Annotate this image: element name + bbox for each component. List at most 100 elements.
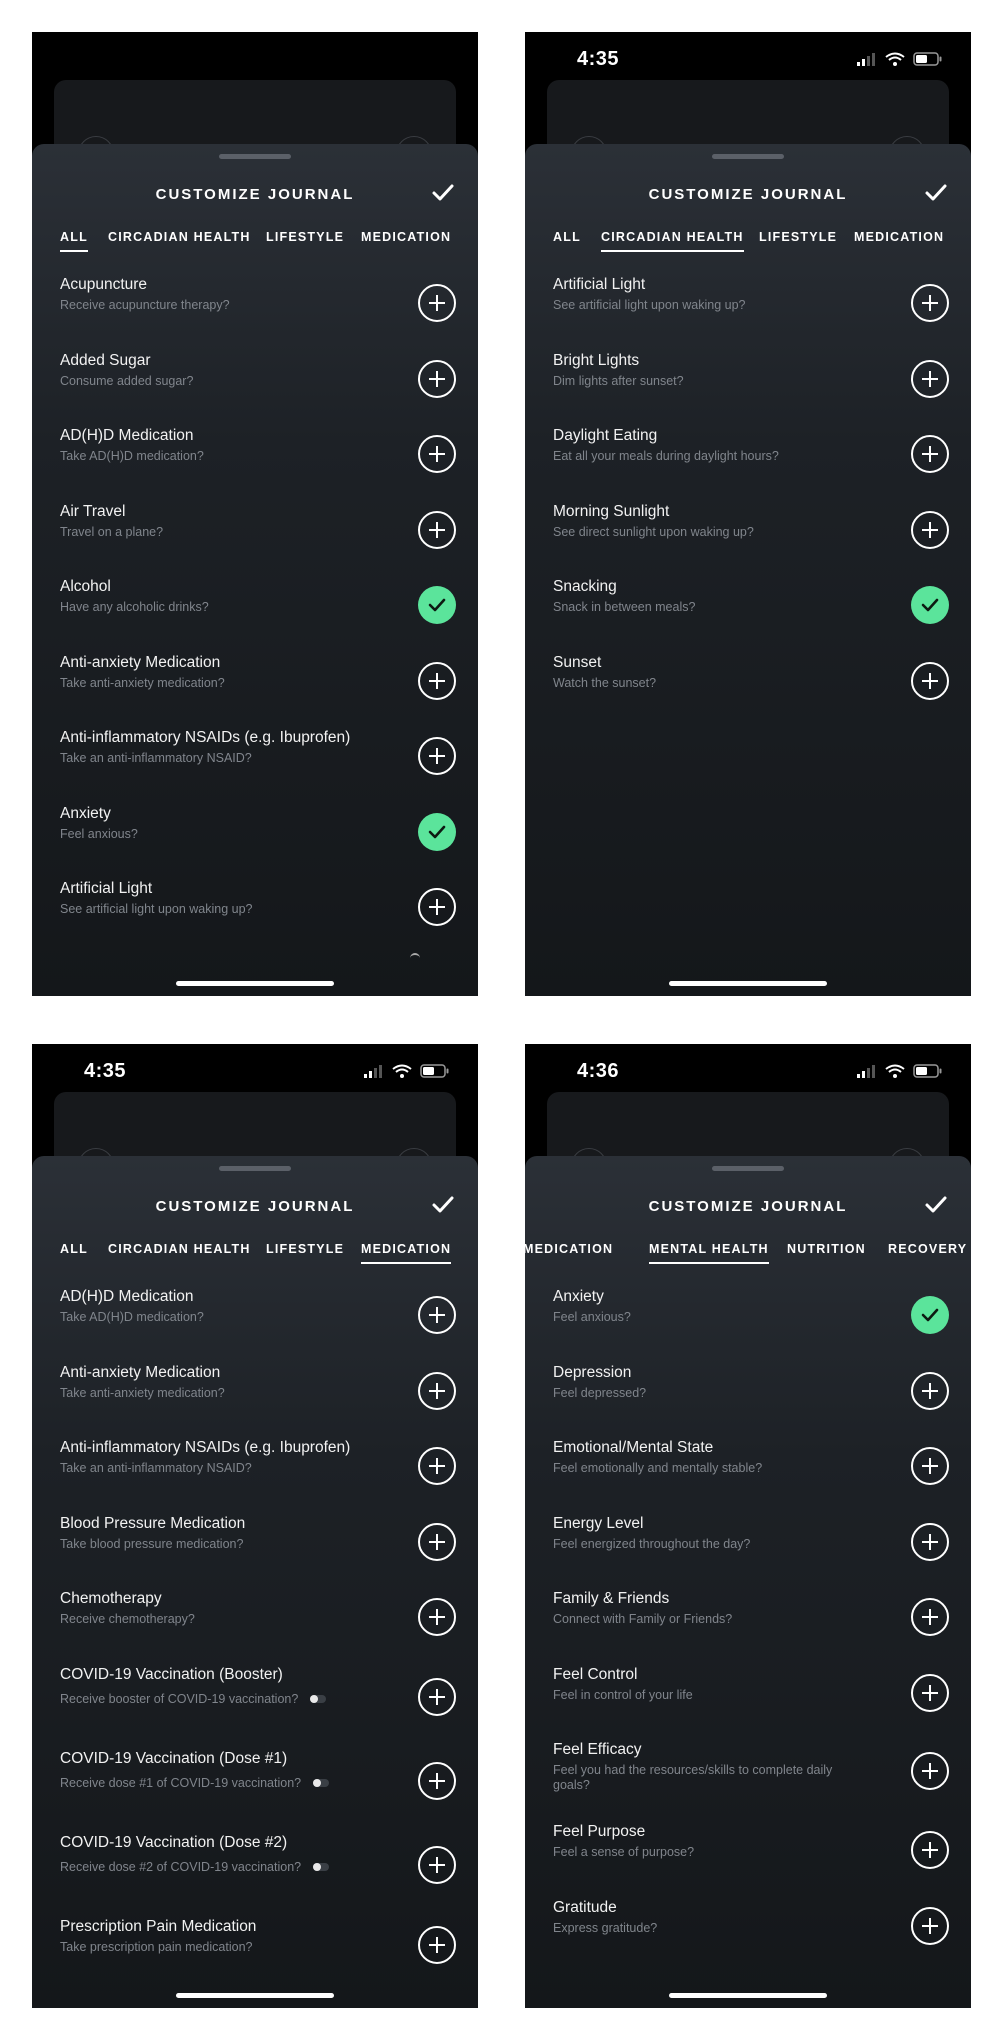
tab-all[interactable]: ALL [553, 230, 581, 250]
add-item-button[interactable] [911, 1906, 949, 1945]
add-item-button[interactable] [911, 1522, 949, 1561]
add-item-button[interactable] [418, 435, 456, 473]
status-icons [857, 52, 943, 66]
add-item-button[interactable] [911, 284, 949, 322]
add-item-button[interactable] [911, 1831, 949, 1869]
add-item-button[interactable] [418, 1296, 456, 1334]
add-item-button[interactable] [911, 1752, 949, 1790]
journal-item: AD(H)D Medication Take AD(H)D medication? [60, 417, 456, 493]
journal-item: Anxiety Feel anxious? [60, 795, 456, 871]
done-checkmark-icon[interactable] [923, 180, 949, 206]
item-title: Added Sugar [60, 351, 151, 369]
selected-checkmark-button[interactable] [911, 586, 949, 624]
add-item-button[interactable] [418, 1761, 456, 1800]
drag-handle[interactable] [712, 1166, 784, 1171]
add-item-button[interactable] [418, 888, 456, 926]
page-indicator [313, 1863, 330, 1872]
item-title: Chemotherapy [60, 1590, 162, 1607]
item-subtitle: Receive acupuncture therapy? [60, 298, 230, 312]
tab-lifestyle[interactable]: LIFESTYLE [759, 230, 837, 250]
phone-screen-2: 4:35 CUSTOMIZE JOURNAL ALL CIRCADIAN HEALTH… [525, 32, 971, 996]
journal-item-list: AD(H)D Medication Take AD(H)D medication?… [60, 1278, 456, 1983]
battery-icon [913, 52, 942, 66]
selected-checkmark-button[interactable] [418, 586, 456, 624]
journal-item: Acupuncture Receive acupuncture therapy? [60, 266, 456, 342]
item-subtitle: Receive dose #1 of COVID-19 vaccination? [60, 1776, 360, 1791]
tab-medication[interactable]: MEDICATION [361, 1242, 452, 1264]
home-indicator[interactable] [669, 981, 827, 986]
journal-item: COVID-19 Vaccination (Booster) Receive bo… [60, 1656, 456, 1740]
add-item-button[interactable] [911, 1371, 949, 1410]
add-item-button[interactable] [418, 1845, 456, 1884]
phone-screen-4: 4:36 CUSTOMIZE JOURNAL MEDICATION MENTAL HE… [525, 1044, 971, 2008]
add-item-button[interactable] [418, 661, 456, 700]
category-tabs: ALL CIRCADIAN HEALTH LIFESTYLE MEDICATION [32, 230, 478, 256]
add-item-button[interactable] [418, 1371, 456, 1410]
journal-item: Blood Pressure Medication Take blood pres… [60, 1505, 456, 1581]
journal-item-list: Anxiety Feel anxious? Depression Feel depre… [553, 1278, 949, 1964]
add-item-button[interactable] [418, 1677, 456, 1716]
journal-item: Prescription Pain Medication Take prescri… [60, 1908, 456, 1984]
item-title: Morning Sunlight [553, 502, 670, 520]
category-tabs: MEDICATION MENTAL HEALTH NUTRITION RECOVERY [525, 1242, 971, 1268]
add-item-button[interactable] [911, 1598, 949, 1636]
add-item-button[interactable] [418, 359, 456, 398]
tab-circadian-health[interactable]: CIRCADIAN HEALTH [108, 1242, 251, 1262]
add-item-button[interactable] [911, 661, 949, 700]
tab-mental-health[interactable]: MENTAL HEALTH [649, 1242, 769, 1264]
drag-handle[interactable] [219, 1166, 291, 1171]
tab-medication[interactable]: MEDICATION [361, 230, 451, 250]
tab-circadian-health[interactable]: CIRCADIAN HEALTH [108, 230, 251, 250]
add-item-button[interactable] [418, 1598, 456, 1636]
add-item-button[interactable] [911, 1673, 949, 1712]
add-item-button[interactable] [911, 435, 949, 473]
drag-handle[interactable] [712, 154, 784, 159]
item-title: Feel Purpose [553, 1823, 646, 1840]
drag-handle[interactable] [219, 154, 291, 159]
add-item-button[interactable] [418, 1925, 456, 1964]
item-subtitle: Receive booster of COVID-19 vaccination? [60, 1692, 360, 1707]
add-item-button[interactable] [418, 510, 456, 549]
journal-item: Bright Lights Dim lights after sunset? [553, 342, 949, 418]
journal-item: Air Travel Travel on a plane? [60, 493, 456, 569]
journal-item-list: Acupuncture Receive acupuncture therapy? A… [60, 266, 456, 946]
item-subtitle: Express gratitude? [553, 1920, 658, 1935]
home-indicator[interactable] [176, 981, 334, 986]
cellular-signal-icon [857, 53, 875, 66]
add-item-button[interactable] [418, 284, 456, 322]
item-subtitle: Dim lights after sunset? [553, 373, 684, 388]
add-item-button[interactable] [418, 1447, 456, 1485]
tab-nutrition[interactable]: NUTRITION [787, 1242, 866, 1262]
customize-journal-sheet: CUSTOMIZE JOURNAL MEDICATION MENTAL HEALTH… [525, 1156, 971, 2008]
home-indicator[interactable] [176, 1993, 334, 1998]
add-item-button[interactable] [911, 1447, 949, 1485]
tab-lifestyle[interactable]: LIFESTYLE [266, 1242, 344, 1262]
add-item-button[interactable] [911, 510, 949, 549]
add-item-button[interactable] [418, 1522, 456, 1561]
selected-checkmark-button[interactable] [418, 812, 456, 851]
tab-all[interactable]: ALL [60, 230, 88, 252]
tab-medication[interactable]: MEDICATION [854, 230, 944, 250]
wifi-icon [885, 52, 905, 66]
tab-medication[interactable]: MEDICATION [525, 1242, 613, 1262]
done-checkmark-icon[interactable] [430, 1192, 456, 1218]
tab-recovery[interactable]: RECOVERY [888, 1242, 967, 1262]
item-title: Feel Efficacy [553, 1741, 642, 1758]
item-subtitle: Take an anti-inflammatory NSAID? [60, 751, 252, 765]
add-item-button[interactable] [911, 359, 949, 398]
done-checkmark-icon[interactable] [923, 1192, 949, 1218]
selected-checkmark-button[interactable] [911, 1296, 949, 1334]
done-checkmark-icon[interactable] [430, 180, 456, 206]
home-indicator[interactable] [669, 1993, 827, 1998]
customize-journal-sheet: CUSTOMIZE JOURNAL ALL CIRCADIAN HEALTH LIFE… [32, 144, 478, 996]
status-icons [857, 1064, 943, 1078]
journal-item: Sunset Watch the sunset? [553, 644, 949, 720]
item-title: Family & Friends [553, 1590, 670, 1607]
tab-lifestyle[interactable]: LIFESTYLE [266, 230, 344, 250]
tab-circadian-health[interactable]: CIRCADIAN HEALTH [601, 230, 744, 252]
add-item-button[interactable] [418, 737, 456, 775]
item-title: Anti-anxiety Medication [60, 653, 221, 671]
item-title: Depression [553, 1363, 632, 1381]
item-subtitle: Take anti-anxiety medication? [60, 675, 225, 690]
tab-all[interactable]: ALL [60, 1242, 88, 1262]
